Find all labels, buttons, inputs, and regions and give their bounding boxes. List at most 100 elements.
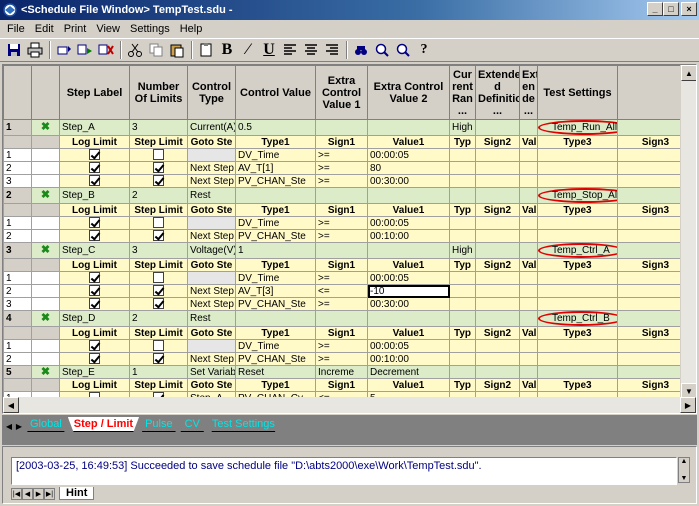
goto-step-cell[interactable]: Next Step xyxy=(187,161,236,175)
log-limit-checkbox[interactable] xyxy=(89,230,100,242)
cell[interactable] xyxy=(537,216,618,230)
step-label-cell[interactable]: Step_C xyxy=(59,242,130,259)
cell[interactable] xyxy=(449,229,476,243)
log-limit-cell[interactable] xyxy=(59,161,130,175)
sign1-cell[interactable]: >= xyxy=(315,216,368,230)
control-value-cell[interactable]: 1 xyxy=(235,242,316,259)
menu-print[interactable]: Print xyxy=(59,23,92,35)
cell[interactable] xyxy=(475,271,520,285)
log-limit-checkbox[interactable] xyxy=(89,162,100,174)
italic-button[interactable]: ⁄ xyxy=(238,40,258,60)
control-value-cell[interactable]: 0.5 xyxy=(235,119,316,136)
current-range-cell[interactable]: High xyxy=(449,119,476,136)
cell[interactable] xyxy=(475,284,520,298)
column-header[interactable]: Test Settings xyxy=(537,65,618,120)
step-limit-cell[interactable] xyxy=(129,271,188,285)
cell[interactable] xyxy=(537,229,618,243)
step-limit-cell[interactable] xyxy=(129,148,188,162)
cell[interactable] xyxy=(519,297,538,311)
cell[interactable] xyxy=(519,271,538,285)
test-settings-cell[interactable] xyxy=(537,365,618,379)
find-button[interactable] xyxy=(351,40,371,60)
cell[interactable] xyxy=(519,161,538,175)
test-settings-cell[interactable]: Temp_Run_All xyxy=(537,119,618,136)
sign1-cell[interactable]: >= xyxy=(315,161,368,175)
limits-count-cell[interactable]: 2 xyxy=(129,187,188,204)
log-limit-checkbox[interactable] xyxy=(89,217,100,229)
tab-cv[interactable]: CV xyxy=(178,417,206,432)
log-limit-cell[interactable] xyxy=(59,284,130,298)
step-row[interactable]: 5 ✖ Step_E 1 Set Variabl Reset Increme Decremen… xyxy=(3,365,696,379)
type1-cell[interactable]: AV_T[1] xyxy=(235,161,316,175)
goto-step-cell[interactable]: Next Step xyxy=(187,174,236,188)
extra-value-2-cell[interactable] xyxy=(367,119,450,136)
cell[interactable] xyxy=(537,148,618,162)
delete-button[interactable] xyxy=(96,40,116,60)
step-row[interactable]: 1 ✖ Step_A 3 Current(A) 0.5 High Temp_Run_All xyxy=(3,119,696,136)
control-type-cell[interactable]: Current(A) xyxy=(187,119,236,136)
cell[interactable] xyxy=(475,216,520,230)
extra-value-1-cell[interactable] xyxy=(315,310,368,327)
cell[interactable] xyxy=(519,174,538,188)
value1-cell[interactable]: 00:30:00 xyxy=(367,297,450,311)
scroll-left-arrow[interactable]: ◀ xyxy=(3,397,19,413)
cell[interactable] xyxy=(475,174,520,188)
ext-cell[interactable] xyxy=(519,242,538,259)
column-header[interactable]: Ext en de ... xyxy=(519,65,538,120)
cell[interactable] xyxy=(449,297,476,311)
zoom-out-button[interactable] xyxy=(393,40,413,60)
current-range-cell[interactable]: High xyxy=(449,242,476,259)
cell[interactable] xyxy=(475,297,520,311)
step-toggle-icon[interactable]: ✖ xyxy=(31,365,60,379)
value1-cell[interactable]: 00:30:00 xyxy=(367,174,450,188)
column-header[interactable]: Control Type xyxy=(187,65,236,120)
sign1-cell[interactable]: >= xyxy=(315,297,368,311)
cell[interactable] xyxy=(475,148,520,162)
limit-row[interactable]: 2 Next Step PV_CHAN_Ste >= 00:10:00 xyxy=(3,352,696,366)
log-limit-checkbox[interactable] xyxy=(89,298,100,310)
limit-row[interactable]: 3 Next Step PV_CHAN_Ste >= 00:30:00 xyxy=(3,297,696,311)
step-limit-cell[interactable] xyxy=(129,174,188,188)
cell[interactable] xyxy=(475,229,520,243)
step-limit-cell[interactable] xyxy=(129,339,188,353)
extended-def-cell[interactable] xyxy=(475,187,520,204)
limit-row[interactable]: 2 Next Step PV_CHAN_Ste >= 00:10:00 xyxy=(3,229,696,243)
limit-row[interactable]: 1 DV_Time >= 00:00:05 xyxy=(3,339,696,353)
extended-def-cell[interactable] xyxy=(475,365,520,379)
log-limit-cell[interactable] xyxy=(59,271,130,285)
message-spinner[interactable]: ▲ ▼ xyxy=(678,457,690,483)
step-label-cell[interactable]: Step_B xyxy=(59,187,130,204)
cell[interactable] xyxy=(537,284,618,298)
ext-cell[interactable] xyxy=(519,119,538,136)
type1-cell[interactable]: AV_T[3] xyxy=(235,284,316,298)
log-limit-checkbox[interactable] xyxy=(89,175,100,187)
tab-test-settings[interactable]: Test Settings xyxy=(205,417,281,432)
menu-edit[interactable]: Edit xyxy=(30,23,59,35)
bold-button[interactable]: B xyxy=(217,40,237,60)
type1-cell[interactable]: DV_Time xyxy=(235,148,316,162)
limits-count-cell[interactable]: 2 xyxy=(129,310,188,327)
cell[interactable] xyxy=(519,284,538,298)
zoom-in-button[interactable] xyxy=(372,40,392,60)
goto-step-cell[interactable] xyxy=(187,271,236,285)
horizontal-scrollbar[interactable]: ◀ ▶ xyxy=(3,397,696,413)
cut-button[interactable] xyxy=(125,40,145,60)
ext-cell[interactable] xyxy=(519,310,538,327)
vertical-scrollbar[interactable]: ▲ ▼ xyxy=(680,65,696,399)
limits-count-cell[interactable]: 3 xyxy=(129,119,188,136)
schedule-grid[interactable]: Step Label Number Of Limits Control Type Co… xyxy=(2,64,697,414)
cell[interactable] xyxy=(449,271,476,285)
value1-cell[interactable]: 00:00:05 xyxy=(367,148,450,162)
limit-row[interactable]: 1 DV_Time >= 00:00:05 xyxy=(3,148,696,162)
column-header[interactable] xyxy=(31,65,60,120)
cell[interactable] xyxy=(537,352,618,366)
goto-step-cell[interactable]: Next Step xyxy=(187,297,236,311)
step-label-cell[interactable]: Step_E xyxy=(59,365,130,379)
insert-step-button[interactable] xyxy=(54,40,74,60)
cell[interactable] xyxy=(475,352,520,366)
align-right-button[interactable] xyxy=(322,40,342,60)
cell[interactable] xyxy=(449,161,476,175)
ext-cell[interactable] xyxy=(519,365,538,379)
save-button[interactable] xyxy=(4,40,24,60)
step-row[interactable]: 4 ✖ Step_D 2 Rest Temp_Ctrl_B xyxy=(3,310,696,327)
